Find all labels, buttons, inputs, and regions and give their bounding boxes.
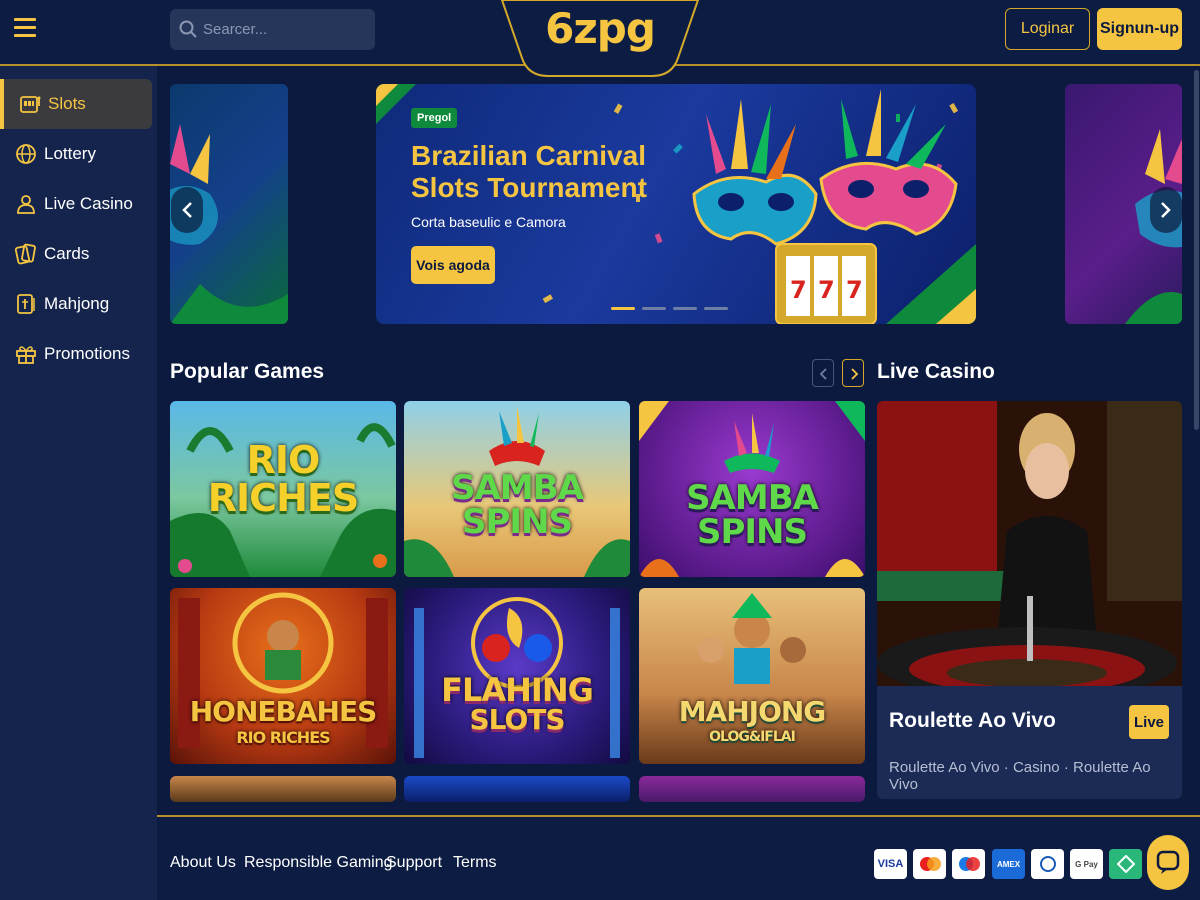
sidebar-item-label: Live Casino [44, 194, 133, 213]
popular-games-title: Popular Games [170, 360, 325, 383]
carousel-dot[interactable] [611, 307, 635, 310]
hero-banner[interactable]: 7 7 7 Pregol Brazilian Carnival Slots To… [376, 84, 976, 324]
hero-cta-button[interactable]: Vois agoda [411, 246, 495, 284]
svg-text:7: 7 [790, 276, 807, 304]
sidebar: Slots Lottery Live Casino Cards Mahjong … [0, 66, 157, 900]
sidebar-item-label: Promotions [44, 344, 130, 363]
games-prev-button[interactable] [812, 359, 834, 387]
hero-badge: Pregol [411, 108, 458, 128]
carnival-illustration: 7 7 7 [376, 84, 976, 324]
menu-icon[interactable] [14, 18, 36, 38]
sidebar-item-label: Cards [44, 244, 90, 263]
sidebar-item-slots[interactable]: Slots [0, 79, 152, 129]
game-tile[interactable] [639, 776, 865, 802]
live-badge[interactable]: Live [1129, 705, 1169, 739]
visa-icon: VISA [874, 849, 907, 879]
footer-link-terms[interactable]: Terms [453, 854, 497, 872]
game-tile-mahjong[interactable]: MAHJONG OLOG&IFLAI [639, 588, 865, 764]
sidebar-item-label: Lottery [44, 144, 96, 163]
gpay-icon: G Pay [1070, 849, 1103, 879]
signup-button[interactable]: Signun-up [1097, 8, 1182, 50]
game-title: RIO RICHES [207, 438, 359, 520]
carousel-dot[interactable] [642, 307, 666, 310]
game-title: MAHJONG OLOG&IFLAI [678, 695, 827, 745]
chevron-right-icon [1161, 202, 1171, 218]
logo-text: 6zpg [545, 4, 656, 53]
sidebar-item-label: Slots [48, 94, 86, 113]
footer-link-support[interactable]: Support [386, 854, 442, 872]
sidebar-item-live-casino[interactable]: Live Casino [0, 179, 152, 229]
games-next-button[interactable] [842, 359, 864, 387]
game-tile-honebahes[interactable]: HONEBAHES RIO RICHES [170, 588, 396, 764]
dealer-icon [17, 195, 35, 214]
carousel-dot[interactable] [673, 307, 697, 310]
chevron-right-icon [851, 368, 859, 380]
live-casino-card[interactable]: Roulette Ao Vivo Live Roulette Ao Vivo ·… [877, 401, 1182, 799]
live-dealer-image [877, 401, 1182, 686]
sidebar-item-promotions[interactable]: Promotions [0, 329, 152, 379]
top-header: 6zpg Loginar Signun-up [0, 0, 1200, 77]
sidebar-item-label: Mahjong [44, 294, 110, 313]
hero-subtitle: Corta baseulic e Camora [411, 214, 566, 230]
game-tile[interactable] [170, 776, 396, 802]
chevron-left-icon [182, 202, 192, 218]
scrollbar-thumb[interactable] [1194, 70, 1199, 430]
login-button[interactable]: Loginar [1005, 8, 1090, 50]
gift-icon [16, 346, 36, 364]
globe-icon [16, 144, 36, 164]
pix-icon [1109, 849, 1142, 879]
chat-support-button[interactable] [1147, 835, 1189, 890]
live-card-title: Roulette Ao Vivo [889, 709, 1056, 732]
live-card-subtitle: Roulette Ao Vivo · Casino · Roulette Ao … [889, 759, 1151, 793]
game-title: SAMBA SPINS [451, 468, 584, 542]
hero-prev-button[interactable] [171, 187, 203, 233]
diners-icon [1031, 849, 1064, 879]
maestro-icon [952, 849, 985, 879]
mahjong-tile-icon [17, 294, 35, 314]
roulette-dealer-art [877, 401, 1182, 686]
footer: About Us Responsible Gaming Support Term… [157, 815, 1200, 900]
carousel-dot[interactable] [704, 307, 728, 310]
footer-link-about[interactable]: About Us [170, 854, 236, 872]
search-box[interactable] [170, 9, 375, 50]
game-tile-flahing-slots[interactable]: FLAHING SLOTS [404, 588, 630, 764]
search-input[interactable] [203, 9, 368, 50]
game-tile[interactable] [404, 776, 630, 802]
search-icon [179, 20, 197, 38]
amex-icon: AMEX [992, 849, 1025, 879]
chat-icon [1156, 850, 1180, 874]
svg-text:7: 7 [818, 276, 835, 304]
game-tile-rio-riches[interactable]: RIO RICHES [170, 401, 396, 577]
footer-link-responsible-gaming[interactable]: Responsible Gaming [244, 854, 393, 872]
cards-icon [14, 243, 36, 265]
svg-text:7: 7 [846, 276, 863, 304]
slot-machine-icon [20, 96, 41, 113]
sidebar-item-mahjong[interactable]: Mahjong [0, 279, 152, 329]
mastercard-icon [913, 849, 946, 879]
sidebar-item-lottery[interactable]: Lottery [0, 129, 152, 179]
game-title: HONEBAHES RIO RICHES [189, 695, 378, 747]
live-casino-title: Live Casino [877, 360, 995, 383]
game-title: SAMBA SPINS [686, 478, 819, 552]
game-tile-samba-spins-carnival[interactable]: SAMBA SPINS [639, 401, 865, 577]
hero-title: Brazilian Carnival Slots Tournament [411, 140, 647, 203]
game-tile-samba-spins[interactable]: SAMBA SPINS [404, 401, 630, 577]
hero-next-button[interactable] [1150, 187, 1182, 233]
chevron-left-icon [819, 368, 827, 380]
sidebar-item-cards[interactable]: Cards [0, 229, 152, 279]
logo[interactable]: 6zpg [500, 0, 700, 78]
game-title: FLAHING SLOTS [441, 671, 594, 736]
